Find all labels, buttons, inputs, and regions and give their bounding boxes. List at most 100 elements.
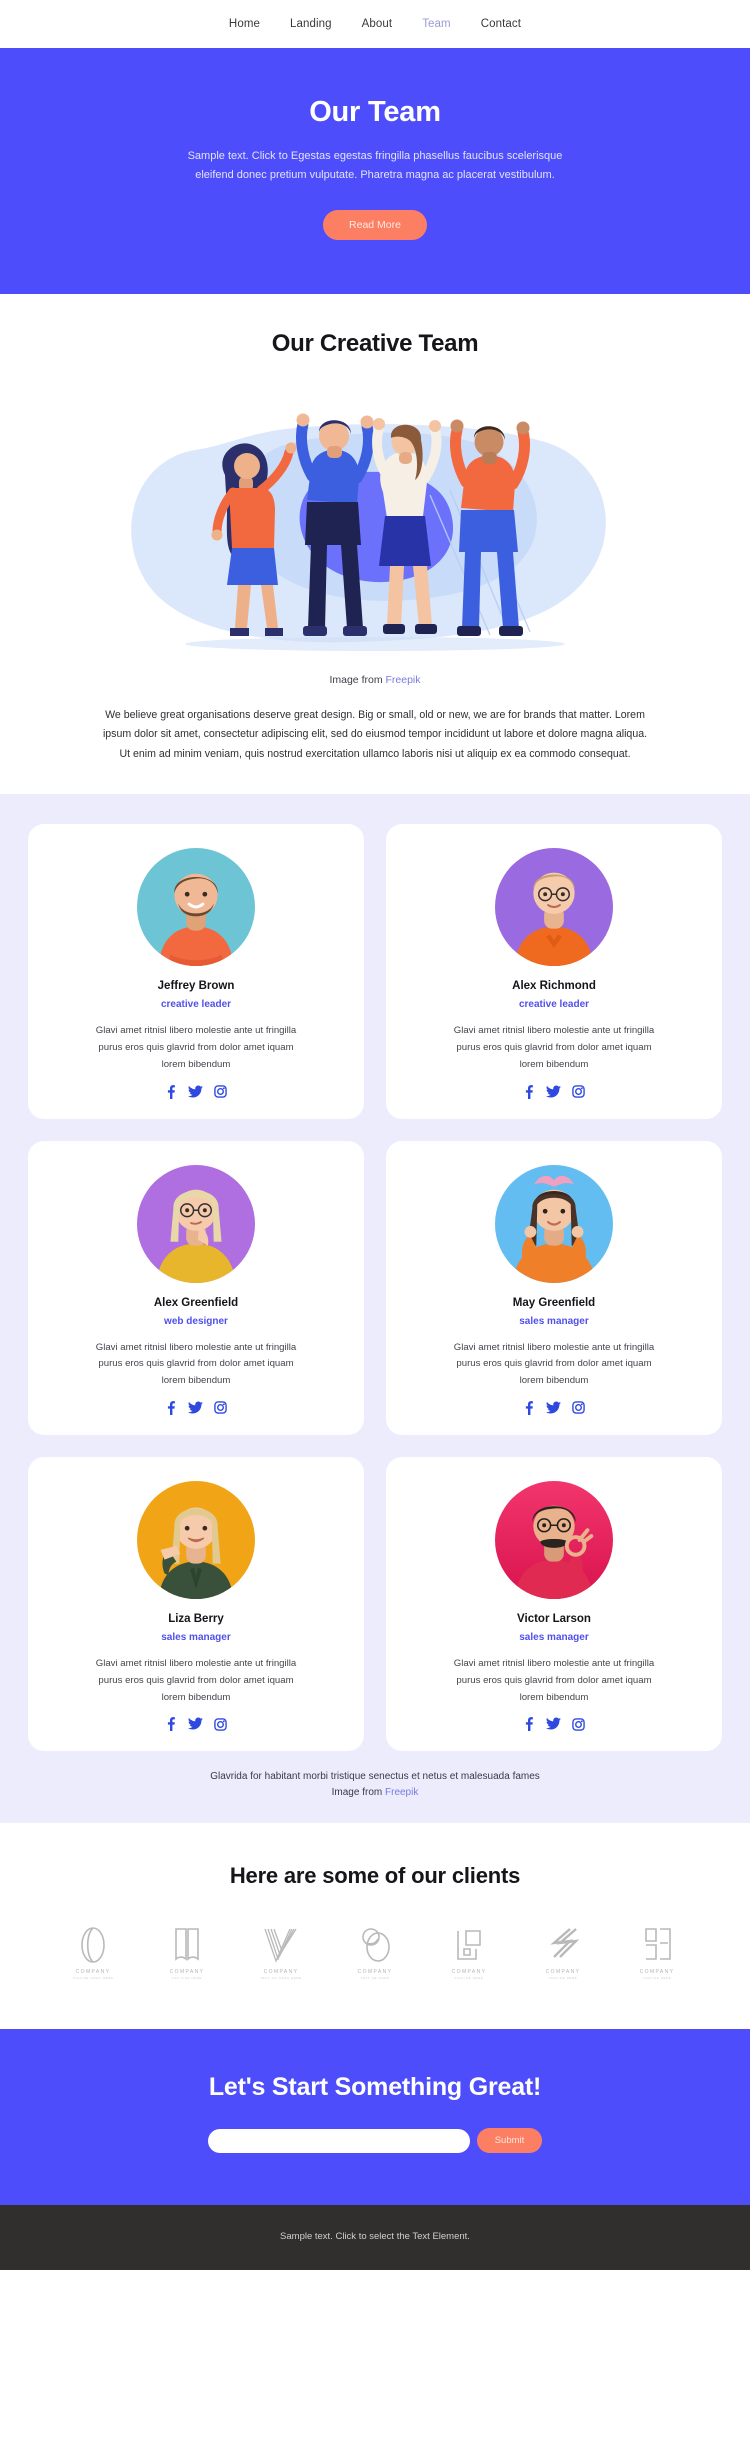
svg-text:COMPANY: COMPANY	[264, 1969, 299, 1975]
instagram-icon[interactable]	[214, 1718, 227, 1731]
team-member-card[interactable]: Victor Larson sales manager Glavi amet r…	[386, 1456, 722, 1752]
client-logo[interactable]: COMPANY TEXT HE GOES	[336, 1923, 414, 1983]
member-bio: Glavi amet ritnisl libero molestie ante …	[95, 1657, 297, 1703]
twitter-icon[interactable]	[546, 1717, 561, 1731]
svg-text:TEXT GO GOES HERE: TEXT GO GOES HERE	[260, 1976, 302, 1980]
nav-item-home[interactable]: Home	[229, 18, 260, 30]
member-socials	[404, 1084, 704, 1099]
freepik-link[interactable]: Freepik	[386, 674, 421, 686]
member-bio: Glavi amet ritnisl libero molestie ante …	[453, 1341, 655, 1387]
facebook-icon[interactable]	[165, 1401, 177, 1415]
team-footnote-line2: Image from Freepik	[28, 1785, 722, 1801]
illustration-credit-prefix: Image from	[329, 673, 386, 686]
facebook-icon[interactable]	[523, 1717, 535, 1732]
team-member-card[interactable]: Alex Greenfield web designer Glavi amet …	[28, 1140, 364, 1435]
twitter-icon[interactable]	[188, 1401, 203, 1415]
avatar	[495, 1164, 613, 1283]
member-name: May Greenfield	[512, 1296, 596, 1309]
facebook-icon[interactable]	[165, 1717, 177, 1732]
instagram-icon[interactable]	[572, 1718, 585, 1731]
hero-subtitle: Sample text. Click to Egestas egestas fr…	[187, 150, 563, 182]
nav-item-landing[interactable]: Landing	[290, 18, 332, 30]
freepik-link-footer[interactable]: Freepik	[385, 1787, 418, 1798]
clients-section: Here are some of our clients COMPANY TAG…	[0, 1823, 750, 2030]
cta-form: Submit	[0, 2128, 750, 2154]
twitter-icon[interactable]	[188, 1085, 203, 1099]
team-member-card[interactable]: May Greenfield sales manager Glavi amet …	[386, 1140, 722, 1435]
facebook-icon[interactable]	[165, 1084, 177, 1099]
svg-text:COMPANY: COMPANY	[170, 1969, 205, 1975]
member-bio: Glavi amet ritnisl libero molestie ante …	[453, 1025, 655, 1070]
instagram-icon[interactable]	[572, 1401, 585, 1415]
hero-title: Our Team	[309, 96, 441, 128]
team-footnote-credit-prefix: Image from	[331, 1787, 385, 1799]
client-logo[interactable]: COMPANY TAGLINE GOES HERE	[54, 1923, 132, 1983]
client-logo[interactable]: COMPANY TEXT GO GOES HERE	[242, 1923, 320, 1983]
member-name: Alex Richmond	[512, 980, 596, 993]
team-members-section: Jeffrey Brown creative leader Glavi amet…	[0, 794, 750, 1824]
member-socials	[404, 1717, 704, 1732]
member-role: sales manager	[519, 1315, 589, 1327]
instagram-icon[interactable]	[214, 1401, 227, 1415]
member-socials	[404, 1401, 704, 1415]
member-role: sales manager	[161, 1631, 231, 1643]
member-name: Jeffrey Brown	[157, 980, 235, 993]
nav-item-about[interactable]: About	[362, 18, 393, 30]
member-role: web designer	[164, 1315, 228, 1327]
twitter-icon[interactable]	[546, 1401, 561, 1415]
illustration-credit: Image from Freepik	[0, 674, 750, 686]
clients-title: Here are some of our clients	[229, 1863, 521, 1889]
avatar	[495, 848, 613, 967]
cta-section: Let's Start Something Great! Submit	[0, 2029, 750, 2206]
avatar	[137, 848, 255, 967]
page-footer: Sample text. Click to select the Text El…	[0, 2205, 750, 2271]
client-logos-row: COMPANY TAGLINE GOES HERE COMPANY TAG LI…	[0, 1923, 750, 1983]
svg-text:TAG LINE HERE: TAG LINE HERE	[172, 1976, 202, 1980]
member-bio: Glavi amet ritnisl libero molestie ante …	[95, 1341, 297, 1387]
client-logo[interactable]: COMPANY TAGLINE HERE	[618, 1923, 696, 1983]
member-role: creative leader	[518, 999, 590, 1011]
creative-team-title: Our Creative Team	[271, 329, 479, 357]
svg-text:TAGLINE HERE: TAGLINE HERE	[643, 1976, 672, 1980]
nav-item-team[interactable]: Team	[422, 18, 451, 30]
member-name: Liza Berry	[168, 1612, 224, 1625]
twitter-icon[interactable]	[188, 1717, 203, 1731]
team-footnote-line1: Glavrida for habitant morbi tristique se…	[210, 1771, 540, 1783]
svg-text:TAGLINE HERE: TAGLINE HERE	[455, 1976, 484, 1980]
client-logo[interactable]: COMPANY TAGLINE HERE	[430, 1923, 508, 1983]
nav-item-contact[interactable]: Contact	[481, 18, 521, 30]
svg-text:TAGLINE HERE: TAGLINE HERE	[549, 1976, 578, 1980]
member-bio: Glavi amet ritnisl libero molestie ante …	[95, 1025, 297, 1070]
team-footnote: Glavrida for habitant morbi tristique se…	[28, 1751, 722, 1807]
svg-text:TEXT HE GOES: TEXT HE GOES	[360, 1976, 389, 1980]
member-role: sales manager	[519, 1631, 589, 1643]
member-bio: Glavi amet ritnisl libero molestie ante …	[453, 1657, 655, 1703]
cta-title: Let's Start Something Great!	[208, 2073, 542, 2102]
hero-section: Our Team Sample text. Click to Egestas e…	[0, 48, 750, 294]
instagram-icon[interactable]	[214, 1085, 227, 1098]
svg-text:COMPANY: COMPANY	[452, 1969, 487, 1975]
team-member-card[interactable]: Jeffrey Brown creative leader Glavi amet…	[28, 824, 364, 1119]
creative-team-paragraph: We believe great organisations deserve g…	[102, 708, 648, 760]
facebook-icon[interactable]	[523, 1084, 535, 1099]
team-member-card[interactable]: Alex Richmond creative leader Glavi amet…	[386, 824, 722, 1119]
member-socials	[46, 1717, 346, 1732]
svg-text:TAGLINE GOES HERE: TAGLINE GOES HERE	[72, 1976, 113, 1980]
twitter-icon[interactable]	[546, 1085, 561, 1099]
team-member-card[interactable]: Liza Berry sales manager Glavi amet ritn…	[28, 1456, 364, 1752]
team-illustration	[75, 380, 675, 670]
client-logo[interactable]: COMPANY TAGLINE HERE	[524, 1923, 602, 1983]
email-field[interactable]	[207, 2128, 470, 2153]
member-socials	[46, 1401, 346, 1415]
instagram-icon[interactable]	[572, 1085, 585, 1098]
member-name: Alex Greenfield	[153, 1296, 239, 1309]
read-more-button[interactable]: Read More	[323, 209, 427, 240]
member-role: creative leader	[160, 999, 232, 1011]
facebook-icon[interactable]	[523, 1401, 535, 1415]
svg-text:COMPANY: COMPANY	[640, 1969, 675, 1975]
footer-text: Sample text. Click to select the Text El…	[280, 2231, 470, 2243]
svg-text:COMPANY: COMPANY	[76, 1969, 111, 1975]
svg-text:COMPANY: COMPANY	[358, 1969, 393, 1975]
client-logo[interactable]: COMPANY TAG LINE HERE	[148, 1923, 226, 1983]
submit-button[interactable]: Submit	[476, 2128, 543, 2154]
